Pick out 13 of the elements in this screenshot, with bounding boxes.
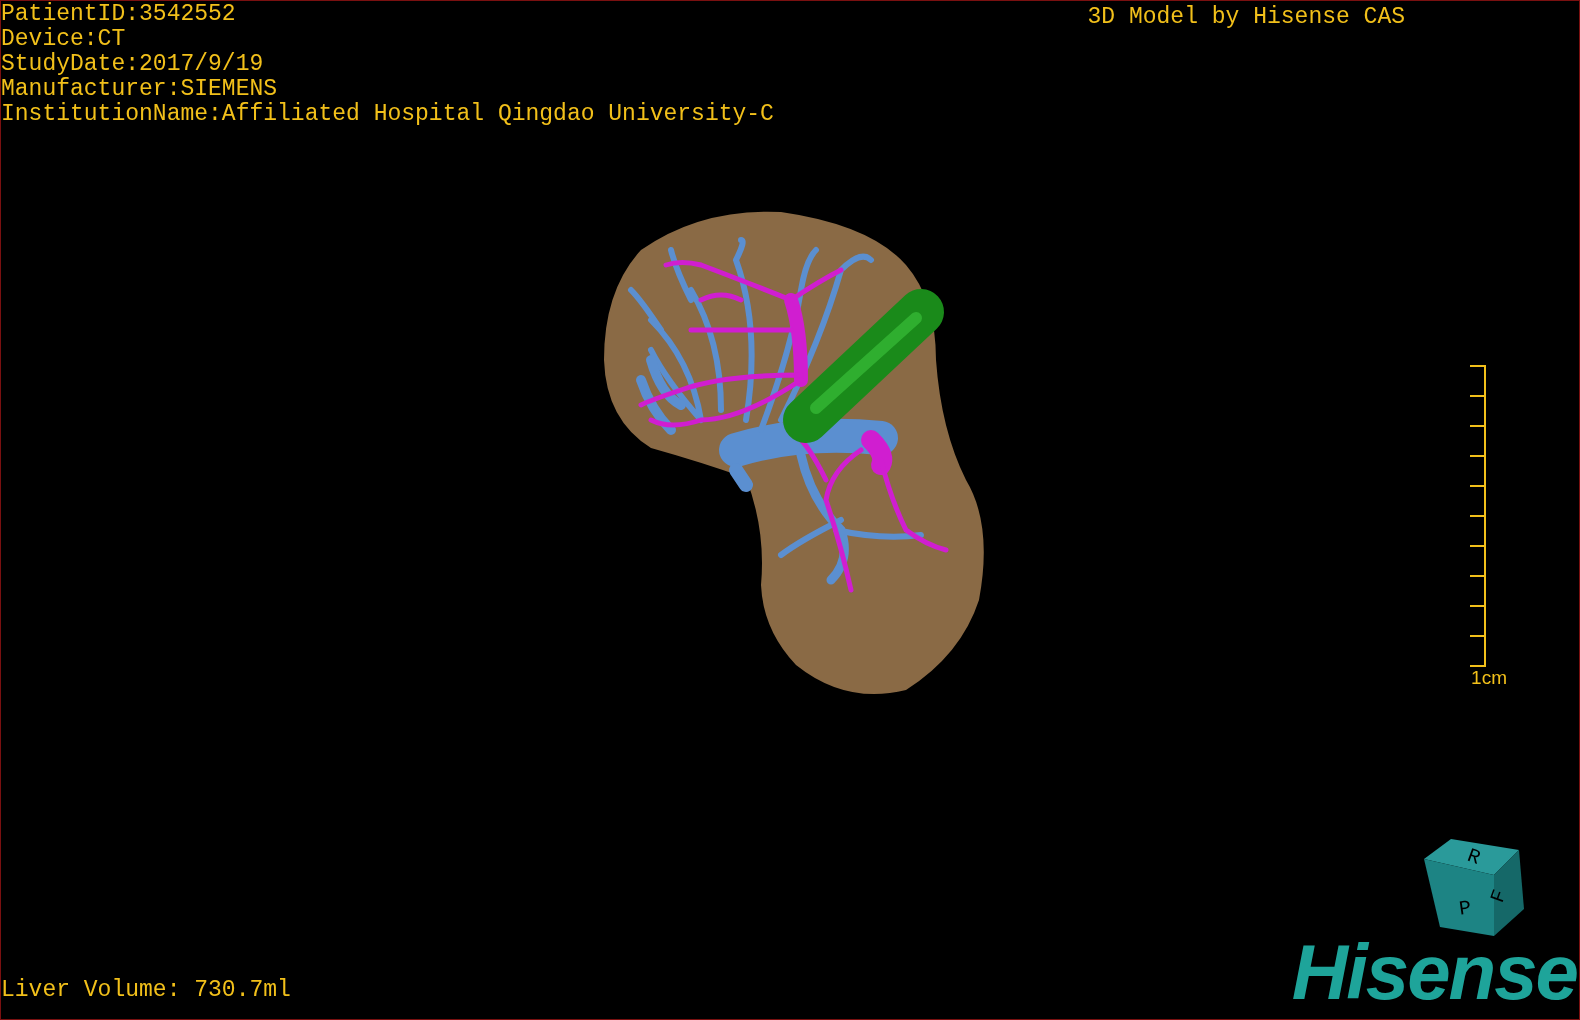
cube-face-label: F xyxy=(1485,886,1512,906)
patient-info-text: InstitutionName:Affiliated Hospital Qingdao University-C xyxy=(1,102,774,127)
patient-info-text: Device:CT xyxy=(1,27,127,52)
patient-info-text: Manufacturer:SIEMENS xyxy=(1,77,279,102)
liver-volume-text: Liver Volume: 730.7ml xyxy=(1,977,291,1003)
patient-info-text: StudyDate:2017/9/19 xyxy=(1,52,265,77)
orientation-cube[interactable] xyxy=(1424,839,1524,936)
scale-label: 1cm xyxy=(1471,668,1507,688)
model-title: 3D Model by Hisense CAS xyxy=(1087,3,1405,32)
cube-face-label: R xyxy=(1464,843,1484,870)
brand-logo: Hisense xyxy=(1291,939,1577,1005)
cube-face-label: P xyxy=(1457,896,1473,921)
patient-info-text: PatientID:3542552 xyxy=(1,2,237,27)
